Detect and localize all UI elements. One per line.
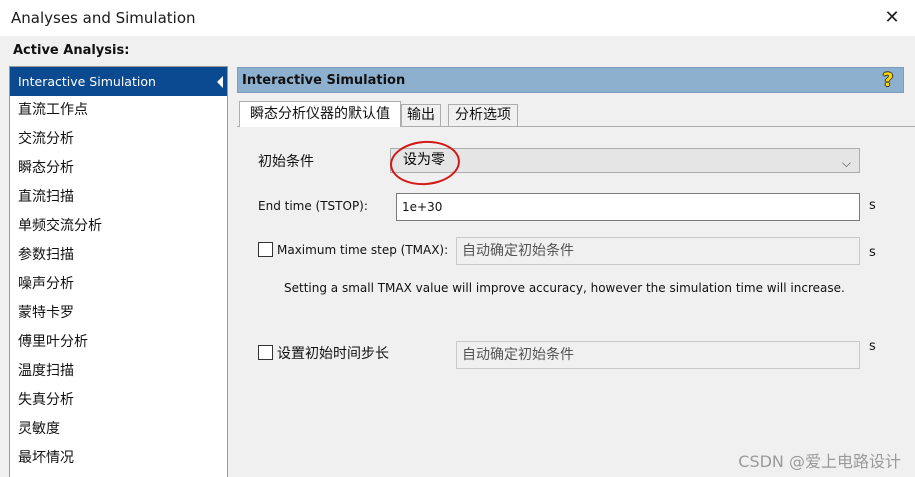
tab-output[interactable]: 输出 bbox=[401, 104, 441, 126]
initial-conditions-label: 初始条件 bbox=[258, 154, 314, 170]
chevron-down-icon: ⌵ bbox=[841, 156, 851, 170]
window-title: Analyses and Simulation bbox=[11, 9, 196, 27]
list-item-transient-analysis[interactable]: 瞬态分析 bbox=[10, 154, 227, 183]
end-time-unit: s bbox=[869, 198, 876, 213]
end-time-label: End time (TSTOP): bbox=[258, 199, 368, 213]
list-item-monte-carlo[interactable]: 蒙特卡罗 bbox=[10, 299, 227, 328]
initial-step-checkbox[interactable] bbox=[258, 345, 273, 360]
active-analysis-heading: Active Analysis: bbox=[13, 43, 130, 58]
list-item-temperature-sweep[interactable]: 温度扫描 bbox=[10, 357, 227, 386]
list-item-sensitivity[interactable]: 灵敏度 bbox=[10, 415, 227, 444]
max-time-step-unit: s bbox=[869, 245, 876, 260]
tab-analysis-options[interactable]: 分析选项 bbox=[448, 104, 518, 126]
close-icon[interactable]: ✕ bbox=[869, 0, 915, 34]
tab-transient-defaults[interactable]: 瞬态分析仪器的默认值 bbox=[239, 101, 401, 127]
initial-conditions-value: 设为零 bbox=[403, 152, 445, 168]
list-item-ac-analysis[interactable]: 交流分析 bbox=[10, 125, 227, 154]
list-item-dc-operating-point[interactable]: 直流工作点 bbox=[10, 96, 227, 125]
max-time-step-label: Maximum time step (TMAX): bbox=[277, 243, 449, 257]
help-icon[interactable]: ? bbox=[879, 69, 897, 91]
list-item-worst-case[interactable]: 最坏情况 bbox=[10, 444, 227, 473]
list-item-parameter-sweep[interactable]: 参数扫描 bbox=[10, 241, 227, 270]
max-time-step-checkbox[interactable] bbox=[258, 242, 273, 257]
list-item-dc-sweep[interactable]: 直流扫描 bbox=[10, 183, 227, 212]
list-item-single-frequency-ac[interactable]: 单频交流分析 bbox=[10, 212, 227, 241]
analysis-list[interactable]: Interactive Simulation 直流工作点 交流分析 瞬态分析 直… bbox=[9, 66, 228, 477]
panel-header: Interactive Simulation ? bbox=[237, 67, 904, 93]
csdn-watermark: CSDN @爱上电路设计 bbox=[738, 452, 901, 471]
tab-content bbox=[237, 126, 915, 477]
initial-conditions-select[interactable]: 设为零 ⌵ bbox=[390, 148, 860, 173]
list-item-interactive-simulation[interactable]: Interactive Simulation bbox=[10, 67, 227, 96]
list-item-distortion-analysis[interactable]: 失真分析 bbox=[10, 386, 227, 415]
title-bar: Analyses and Simulation ✕ bbox=[0, 0, 915, 36]
tmax-hint-text: Setting a small TMAX value will improve … bbox=[284, 281, 845, 295]
panel-title: Interactive Simulation bbox=[242, 73, 406, 88]
initial-step-unit: s bbox=[869, 339, 876, 354]
max-time-step-input[interactable]: 自动确定初始条件 bbox=[456, 237, 860, 265]
list-item-noise-analysis[interactable]: 噪声分析 bbox=[10, 270, 227, 299]
end-time-input[interactable]: 1e+30 bbox=[396, 193, 860, 221]
initial-step-input[interactable]: 自动确定初始条件 bbox=[456, 341, 860, 369]
initial-step-label: 设置初始时间步长 bbox=[277, 346, 389, 362]
list-item-fourier-analysis[interactable]: 傅里叶分析 bbox=[10, 328, 227, 357]
